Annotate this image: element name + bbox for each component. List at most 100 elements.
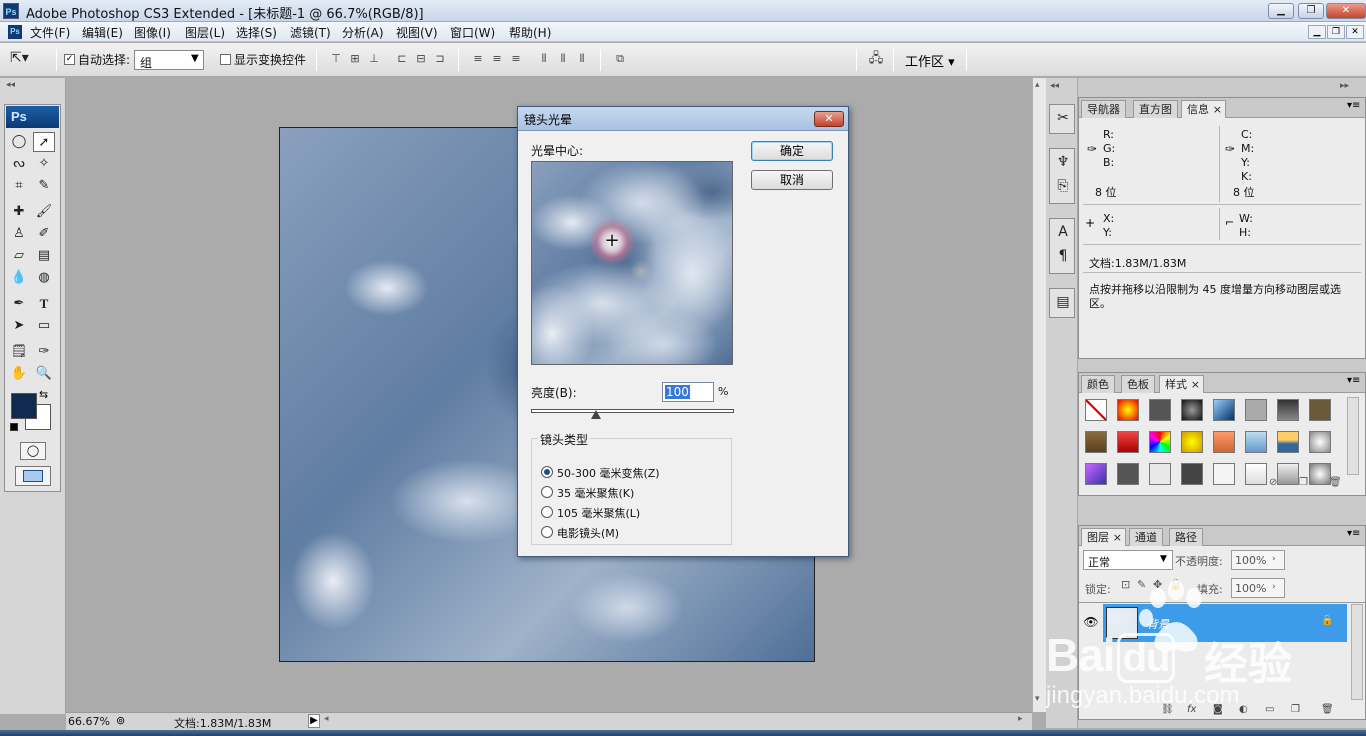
style-swatch[interactable] [1117,399,1139,421]
eraser-tool-icon[interactable]: ▱ [8,246,30,266]
styles-scrollbar[interactable] [1347,397,1359,475]
align-vcenter-icon[interactable]: ⊞ [347,52,363,66]
fill-field[interactable]: 100% › [1231,578,1285,598]
tab-close-icon[interactable]: × [1213,101,1222,118]
lens-radio-105mm[interactable] [541,506,553,518]
distribute-vcenter-icon[interactable]: ≡ [489,52,505,66]
paragraph-icon[interactable]: ¶ [1052,245,1074,267]
menu-window[interactable]: 窗口(W) [450,24,495,41]
panel-menu-icon[interactable]: ▾≡ [1347,100,1360,111]
link-layers-icon[interactable]: ⛓ [1161,704,1174,715]
layer-row-background[interactable]: 背景 🔒 [1103,604,1347,642]
style-swatch[interactable] [1245,399,1267,421]
style-swatch[interactable] [1277,431,1299,453]
character-icon[interactable]: A [1052,221,1074,243]
lock-all-icon[interactable]: 🔒 [1169,578,1183,591]
maximize-button[interactable]: ❐ [1298,3,1324,19]
blur-tool-icon[interactable]: 💧 [8,268,30,288]
style-swatch[interactable] [1213,463,1235,485]
layer-comps-icon[interactable]: ▤ [1052,291,1074,313]
distribute-right-icon[interactable]: ⦀ [574,52,590,66]
lens-radio-movie[interactable] [541,526,553,538]
flare-preview[interactable]: + [531,161,733,365]
vscroll-down-arrow[interactable]: ▾ [1035,694,1040,704]
menu-image[interactable]: 图像(I) [134,24,171,41]
status-menu-icon[interactable]: ⊚ [116,714,125,727]
zoom-level[interactable]: 66.67% [68,715,110,728]
lock-transparent-icon[interactable]: ⊡ [1121,578,1130,591]
tab-info[interactable]: 信息 × [1181,100,1226,118]
lock-position-icon[interactable]: ✥ [1153,578,1162,591]
new-style-icon[interactable]: ❐ [1299,477,1308,488]
type-tool-icon[interactable]: T [33,294,55,314]
gradient-tool-icon[interactable]: ▤ [33,246,55,266]
no-style-icon[interactable]: ⊘ [1269,477,1277,488]
document-icon[interactable]: Ps [8,25,22,39]
photoshop-app-icon[interactable]: Ps [3,3,19,19]
panel-menu-icon[interactable]: ▾≡ [1347,375,1360,386]
doc-close-button[interactable]: ✕ [1346,25,1364,39]
windows-taskbar[interactable] [0,730,1366,736]
style-swatch[interactable] [1309,463,1331,485]
dock-collapse-icon[interactable]: ◂◂ [1050,81,1059,91]
auto-select-dropdown[interactable]: 组 ▼ [134,50,204,70]
style-swatch[interactable] [1117,431,1139,453]
brightness-slider-thumb[interactable] [590,410,601,419]
style-swatch[interactable] [1245,463,1267,485]
hand-tool-icon[interactable]: ✋ [8,364,30,384]
workspace-menu[interactable]: 工作区 ▾ [905,51,955,70]
new-group-icon[interactable]: ▭ [1265,704,1274,715]
brushes-icon[interactable]: ♆ [1052,151,1074,173]
move-tool-preset-icon[interactable]: ⇱▾ [10,50,50,70]
dialog-title-bar[interactable]: 镜头光晕 ✕ [518,107,848,131]
rectangle-tool-icon[interactable]: ▭ [33,316,55,336]
ok-button[interactable]: 确定 [751,141,833,161]
notes-tool-icon[interactable]: 🗒 [8,342,30,362]
menu-view[interactable]: 视图(V) [396,24,438,41]
vertical-scrollbar[interactable]: ▴ ▾ [1032,78,1046,712]
lasso-tool-icon[interactable]: ᔓ [8,154,30,174]
bridge-icon[interactable]: 🖧 [864,52,888,66]
healing-brush-icon[interactable]: ✚ [8,202,30,222]
distribute-hcenter-icon[interactable]: ⦀ [555,52,571,66]
dodge-tool-icon[interactable]: ◍ [33,268,55,288]
style-swatch[interactable] [1213,431,1235,453]
swap-colors-icon[interactable]: ⇆ [39,388,48,401]
lock-pixels-icon[interactable]: ✎ [1137,578,1146,591]
crop-tool-icon[interactable]: ⌗ [8,176,30,196]
align-bottom-icon[interactable]: ⊥ [366,52,382,66]
zoom-tool-icon[interactable]: 🔍 [33,364,55,384]
move-tool-icon[interactable]: ➚ [33,132,55,152]
layer-mask-icon[interactable]: ◙ [1213,704,1223,715]
tab-histogram[interactable]: 直方图 [1133,100,1178,118]
style-swatch[interactable] [1181,399,1203,421]
status-expand-arrow[interactable]: ▶ [308,714,320,728]
style-swatch[interactable] [1149,431,1171,453]
dialog-close-icon[interactable]: ✕ [814,111,844,127]
tab-close-icon[interactable]: × [1113,529,1122,546]
style-swatch[interactable] [1309,399,1331,421]
brush-tool-icon[interactable]: 🖌 [33,202,55,222]
tab-navigator[interactable]: 导航器 [1081,100,1126,118]
menu-select[interactable]: 选择(S) [236,24,277,41]
auto-align-icon[interactable]: ⧉ [612,52,628,66]
new-layer-icon[interactable]: ❐ [1291,704,1300,715]
marquee-tool-icon[interactable]: ◯ [8,132,30,152]
style-swatch[interactable] [1085,431,1107,453]
eyedropper-tool-icon[interactable]: ✑ [33,342,55,362]
tab-close-icon[interactable]: × [1191,376,1200,393]
style-swatch[interactable] [1213,399,1235,421]
slice-tool-icon[interactable]: ✎ [33,176,55,196]
menu-edit[interactable]: 编辑(E) [82,24,123,41]
adjustment-layer-icon[interactable]: ◐ [1239,704,1248,715]
delete-style-icon[interactable]: 🗑 [1329,477,1342,488]
lens-option-35mm[interactable]: 35 毫米聚焦(K) [541,484,731,504]
align-left-icon[interactable]: ⊏ [394,52,410,66]
tab-paths[interactable]: 路径 [1169,528,1203,546]
crosshair-icon[interactable]: + [602,232,622,252]
path-selection-icon[interactable]: ➤ [8,316,30,336]
pen-tool-icon[interactable]: ✒ [8,294,30,314]
tools-presets-icon[interactable]: ✂ [1052,107,1074,129]
style-swatch[interactable] [1181,463,1203,485]
vscroll-up-arrow[interactable]: ▴ [1035,80,1040,90]
